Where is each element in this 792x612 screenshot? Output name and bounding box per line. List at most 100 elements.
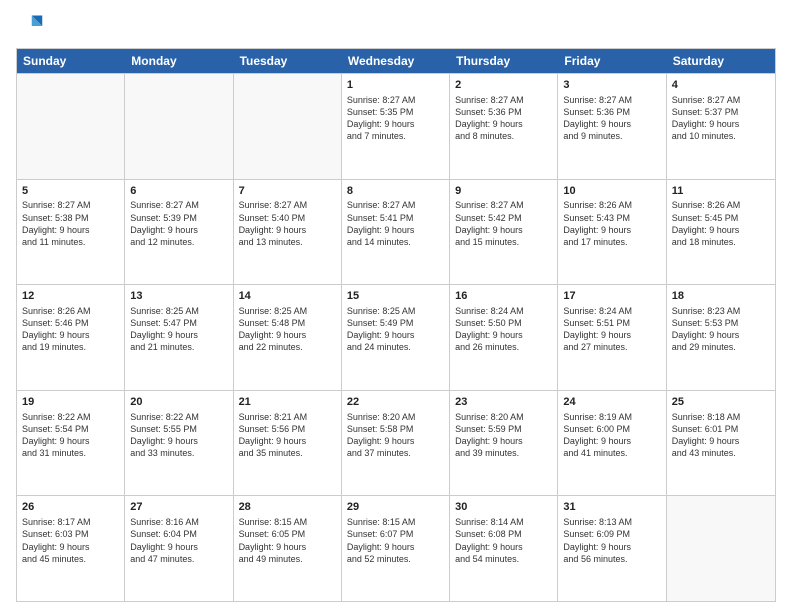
day-number: 7	[239, 184, 336, 199]
day-cell-5: 5Sunrise: 8:27 AM Sunset: 5:38 PM Daylig…	[17, 180, 125, 285]
logo-icon	[16, 12, 44, 40]
day-info: Sunrise: 8:14 AM Sunset: 6:08 PM Dayligh…	[455, 516, 552, 565]
logo	[16, 12, 48, 40]
day-info: Sunrise: 8:27 AM Sunset: 5:38 PM Dayligh…	[22, 199, 119, 248]
day-number: 12	[22, 289, 119, 304]
day-number: 20	[130, 395, 227, 410]
day-cell-18: 18Sunrise: 8:23 AM Sunset: 5:53 PM Dayli…	[667, 285, 775, 390]
day-cell-28: 28Sunrise: 8:15 AM Sunset: 6:05 PM Dayli…	[234, 496, 342, 601]
day-number: 8	[347, 184, 444, 199]
day-cell-15: 15Sunrise: 8:25 AM Sunset: 5:49 PM Dayli…	[342, 285, 450, 390]
day-cell-21: 21Sunrise: 8:21 AM Sunset: 5:56 PM Dayli…	[234, 391, 342, 496]
day-number: 25	[672, 395, 770, 410]
day-info: Sunrise: 8:27 AM Sunset: 5:41 PM Dayligh…	[347, 199, 444, 248]
day-cell-10: 10Sunrise: 8:26 AM Sunset: 5:43 PM Dayli…	[558, 180, 666, 285]
day-cell-30: 30Sunrise: 8:14 AM Sunset: 6:08 PM Dayli…	[450, 496, 558, 601]
day-info: Sunrise: 8:25 AM Sunset: 5:48 PM Dayligh…	[239, 305, 336, 354]
day-info: Sunrise: 8:27 AM Sunset: 5:39 PM Dayligh…	[130, 199, 227, 248]
page: SundayMondayTuesdayWednesdayThursdayFrid…	[0, 0, 792, 612]
calendar: SundayMondayTuesdayWednesdayThursdayFrid…	[16, 48, 776, 602]
day-cell-26: 26Sunrise: 8:17 AM Sunset: 6:03 PM Dayli…	[17, 496, 125, 601]
day-number: 17	[563, 289, 660, 304]
day-number: 16	[455, 289, 552, 304]
day-number: 10	[563, 184, 660, 199]
calendar-body: 1Sunrise: 8:27 AM Sunset: 5:35 PM Daylig…	[17, 73, 775, 601]
day-info: Sunrise: 8:27 AM Sunset: 5:35 PM Dayligh…	[347, 94, 444, 143]
day-info: Sunrise: 8:27 AM Sunset: 5:37 PM Dayligh…	[672, 94, 770, 143]
day-number: 3	[563, 78, 660, 93]
day-number: 2	[455, 78, 552, 93]
day-info: Sunrise: 8:27 AM Sunset: 5:36 PM Dayligh…	[455, 94, 552, 143]
day-number: 5	[22, 184, 119, 199]
day-number: 31	[563, 500, 660, 515]
empty-cell	[17, 74, 125, 179]
day-info: Sunrise: 8:27 AM Sunset: 5:40 PM Dayligh…	[239, 199, 336, 248]
day-cell-6: 6Sunrise: 8:27 AM Sunset: 5:39 PM Daylig…	[125, 180, 233, 285]
day-cell-3: 3Sunrise: 8:27 AM Sunset: 5:36 PM Daylig…	[558, 74, 666, 179]
day-info: Sunrise: 8:26 AM Sunset: 5:43 PM Dayligh…	[563, 199, 660, 248]
day-info: Sunrise: 8:22 AM Sunset: 5:55 PM Dayligh…	[130, 411, 227, 460]
day-cell-16: 16Sunrise: 8:24 AM Sunset: 5:50 PM Dayli…	[450, 285, 558, 390]
day-info: Sunrise: 8:20 AM Sunset: 5:58 PM Dayligh…	[347, 411, 444, 460]
day-number: 6	[130, 184, 227, 199]
day-info: Sunrise: 8:22 AM Sunset: 5:54 PM Dayligh…	[22, 411, 119, 460]
day-cell-19: 19Sunrise: 8:22 AM Sunset: 5:54 PM Dayli…	[17, 391, 125, 496]
day-info: Sunrise: 8:26 AM Sunset: 5:46 PM Dayligh…	[22, 305, 119, 354]
header-day-tuesday: Tuesday	[234, 49, 342, 73]
day-number: 21	[239, 395, 336, 410]
day-cell-7: 7Sunrise: 8:27 AM Sunset: 5:40 PM Daylig…	[234, 180, 342, 285]
day-cell-14: 14Sunrise: 8:25 AM Sunset: 5:48 PM Dayli…	[234, 285, 342, 390]
day-info: Sunrise: 8:23 AM Sunset: 5:53 PM Dayligh…	[672, 305, 770, 354]
day-info: Sunrise: 8:17 AM Sunset: 6:03 PM Dayligh…	[22, 516, 119, 565]
day-cell-12: 12Sunrise: 8:26 AM Sunset: 5:46 PM Dayli…	[17, 285, 125, 390]
calendar-row-4: 26Sunrise: 8:17 AM Sunset: 6:03 PM Dayli…	[17, 495, 775, 601]
header-day-monday: Monday	[125, 49, 233, 73]
day-cell-8: 8Sunrise: 8:27 AM Sunset: 5:41 PM Daylig…	[342, 180, 450, 285]
day-cell-1: 1Sunrise: 8:27 AM Sunset: 5:35 PM Daylig…	[342, 74, 450, 179]
day-number: 23	[455, 395, 552, 410]
day-number: 11	[672, 184, 770, 199]
header-day-saturday: Saturday	[667, 49, 775, 73]
day-cell-22: 22Sunrise: 8:20 AM Sunset: 5:58 PM Dayli…	[342, 391, 450, 496]
day-number: 22	[347, 395, 444, 410]
day-info: Sunrise: 8:24 AM Sunset: 5:51 PM Dayligh…	[563, 305, 660, 354]
day-cell-23: 23Sunrise: 8:20 AM Sunset: 5:59 PM Dayli…	[450, 391, 558, 496]
calendar-row-0: 1Sunrise: 8:27 AM Sunset: 5:35 PM Daylig…	[17, 73, 775, 179]
day-number: 24	[563, 395, 660, 410]
day-cell-20: 20Sunrise: 8:22 AM Sunset: 5:55 PM Dayli…	[125, 391, 233, 496]
day-info: Sunrise: 8:15 AM Sunset: 6:05 PM Dayligh…	[239, 516, 336, 565]
day-cell-9: 9Sunrise: 8:27 AM Sunset: 5:42 PM Daylig…	[450, 180, 558, 285]
day-number: 18	[672, 289, 770, 304]
header-day-friday: Friday	[558, 49, 666, 73]
day-number: 13	[130, 289, 227, 304]
day-info: Sunrise: 8:25 AM Sunset: 5:49 PM Dayligh…	[347, 305, 444, 354]
calendar-row-2: 12Sunrise: 8:26 AM Sunset: 5:46 PM Dayli…	[17, 284, 775, 390]
day-number: 19	[22, 395, 119, 410]
day-number: 1	[347, 78, 444, 93]
calendar-row-1: 5Sunrise: 8:27 AM Sunset: 5:38 PM Daylig…	[17, 179, 775, 285]
day-number: 29	[347, 500, 444, 515]
day-cell-13: 13Sunrise: 8:25 AM Sunset: 5:47 PM Dayli…	[125, 285, 233, 390]
day-info: Sunrise: 8:18 AM Sunset: 6:01 PM Dayligh…	[672, 411, 770, 460]
day-info: Sunrise: 8:26 AM Sunset: 5:45 PM Dayligh…	[672, 199, 770, 248]
day-cell-2: 2Sunrise: 8:27 AM Sunset: 5:36 PM Daylig…	[450, 74, 558, 179]
header-day-thursday: Thursday	[450, 49, 558, 73]
day-number: 30	[455, 500, 552, 515]
day-cell-29: 29Sunrise: 8:15 AM Sunset: 6:07 PM Dayli…	[342, 496, 450, 601]
day-cell-27: 27Sunrise: 8:16 AM Sunset: 6:04 PM Dayli…	[125, 496, 233, 601]
day-info: Sunrise: 8:25 AM Sunset: 5:47 PM Dayligh…	[130, 305, 227, 354]
empty-cell	[667, 496, 775, 601]
day-number: 9	[455, 184, 552, 199]
day-cell-31: 31Sunrise: 8:13 AM Sunset: 6:09 PM Dayli…	[558, 496, 666, 601]
day-info: Sunrise: 8:24 AM Sunset: 5:50 PM Dayligh…	[455, 305, 552, 354]
empty-cell	[125, 74, 233, 179]
calendar-row-3: 19Sunrise: 8:22 AM Sunset: 5:54 PM Dayli…	[17, 390, 775, 496]
empty-cell	[234, 74, 342, 179]
day-info: Sunrise: 8:20 AM Sunset: 5:59 PM Dayligh…	[455, 411, 552, 460]
calendar-header: SundayMondayTuesdayWednesdayThursdayFrid…	[17, 49, 775, 73]
day-number: 4	[672, 78, 770, 93]
day-info: Sunrise: 8:15 AM Sunset: 6:07 PM Dayligh…	[347, 516, 444, 565]
day-info: Sunrise: 8:27 AM Sunset: 5:42 PM Dayligh…	[455, 199, 552, 248]
day-number: 28	[239, 500, 336, 515]
day-number: 15	[347, 289, 444, 304]
